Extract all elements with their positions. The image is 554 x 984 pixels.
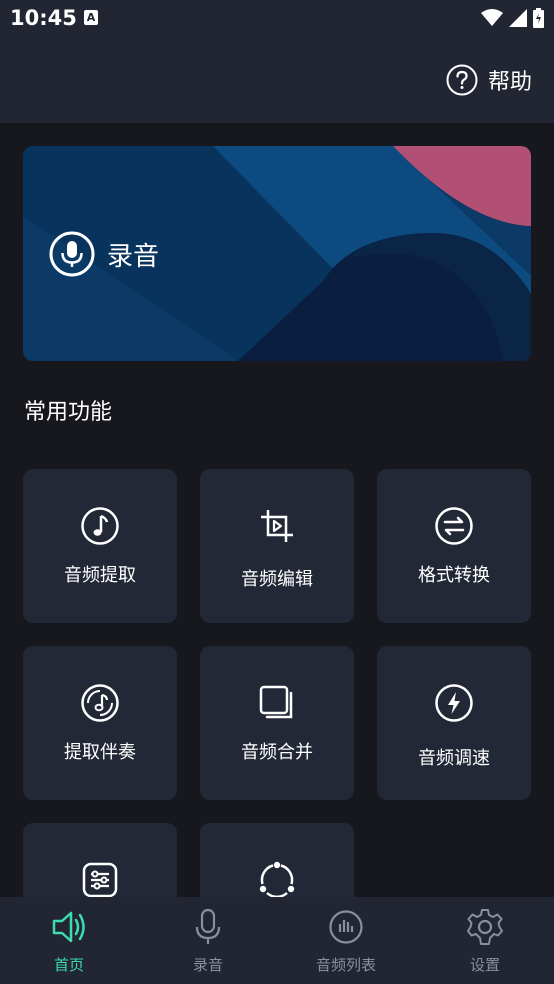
music-note-icon [81,507,119,545]
audio-list-icon [329,910,363,944]
nav-label: 音频列表 [315,956,376,974]
microphone-circle-icon [49,231,95,277]
feature-label: 音频合并 [241,742,313,763]
help-icon [446,64,478,96]
nav-settings[interactable]: 设置 [416,897,554,984]
feature-tile-7[interactable] [23,823,177,897]
crop-play-icon [261,510,293,542]
record-banner[interactable]: 录音 [23,146,531,361]
notification-icon: A [84,10,98,25]
feature-label: 音频调速 [418,748,490,769]
signal-icon [509,9,527,27]
section-title: 常用功能 [24,400,113,425]
wifi-icon [481,9,503,26]
stacked-squares-icon [259,685,293,719]
feature-audio-edit[interactable]: 音频编辑 [200,469,354,623]
bottom-nav: 首页 录音 音频列表 设置 [0,897,554,984]
share-circle-icon [259,861,295,897]
record-label: 录音 [107,241,160,272]
record-entry[interactable]: 录音 [49,231,159,277]
feature-label: 音频编辑 [241,569,313,590]
help-button[interactable]: 帮助 [446,64,532,96]
speaker-icon [52,911,85,943]
top-bar: 帮助 [0,38,554,123]
disc-note-icon [81,684,119,722]
microphone-icon [195,908,221,944]
feature-tile-8[interactable] [200,823,354,897]
status-bar: 10:45 A [0,0,554,38]
feature-audio-extract[interactable]: 音频提取 [23,469,177,623]
nav-home[interactable]: 首页 [0,897,138,984]
convert-arrows-icon [435,507,473,545]
feature-label: 提取伴奏 [64,742,136,763]
help-label: 帮助 [487,70,532,95]
nav-label: 设置 [469,956,500,974]
nav-audio-list[interactable]: 音频列表 [277,897,415,984]
status-time: 10:45 [10,6,77,30]
status-icons [481,8,544,28]
feature-label: 格式转换 [418,565,490,586]
feature-label: 音频提取 [64,565,136,586]
nav-label: 录音 [192,956,223,974]
sliders-icon [82,862,118,897]
battery-icon [533,8,544,28]
gear-icon [467,909,503,945]
feature-extract-accompaniment[interactable]: 提取伴奏 [23,646,177,800]
feature-format-convert[interactable]: 格式转换 [377,469,531,623]
feature-grid: 音频提取 音频编辑 格式转换 提取伴奏 音频合并 音频调速 [23,469,531,897]
nav-record[interactable]: 录音 [139,897,277,984]
feature-audio-speed[interactable]: 音频调速 [377,646,531,800]
lightning-icon [435,684,473,722]
feature-audio-merge[interactable]: 音频合并 [200,646,354,800]
nav-label: 首页 [53,956,84,974]
